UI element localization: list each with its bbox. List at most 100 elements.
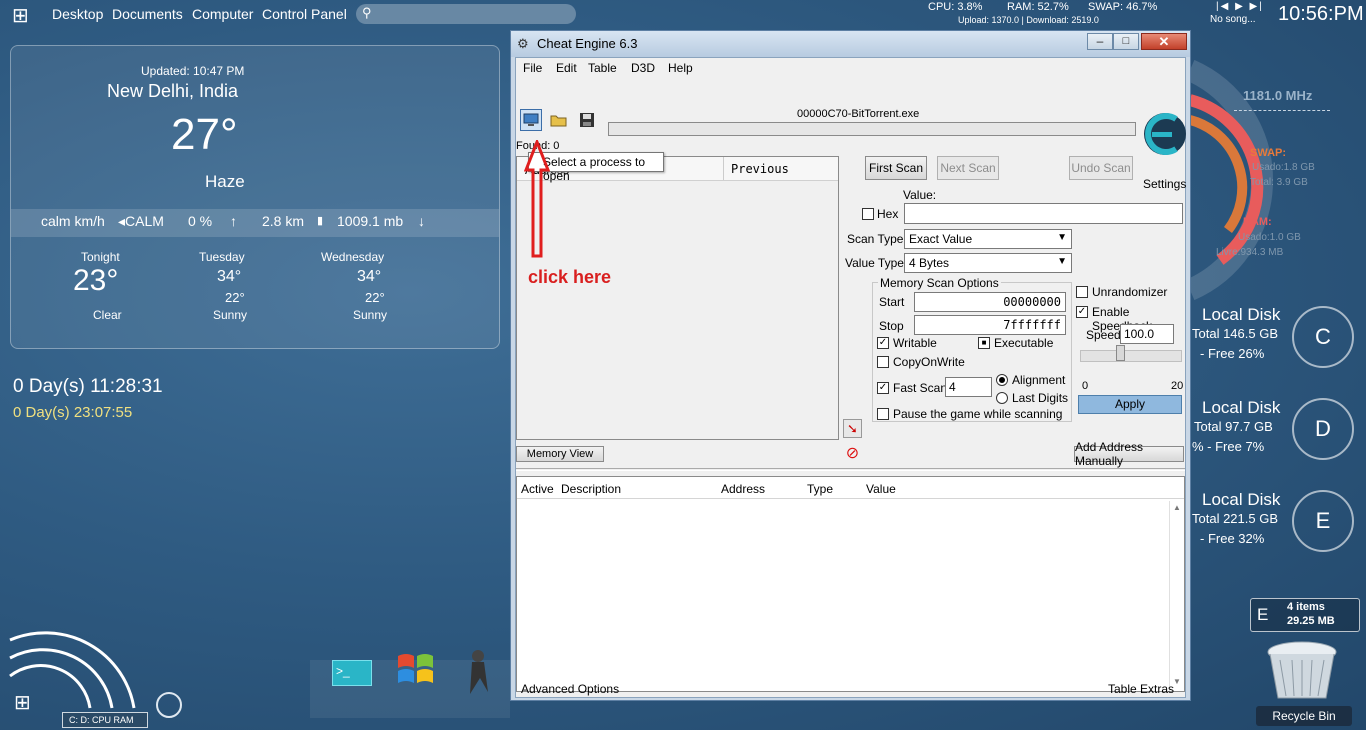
menu-file[interactable]: File	[523, 61, 542, 75]
disk-d-icon[interactable]: D	[1292, 398, 1354, 460]
table-extras-button[interactable]: Table Extras	[1108, 682, 1174, 696]
address-table-header: Active Description Address Type Value	[517, 477, 1184, 499]
media-controls[interactable]: |◀ ▶ ▶|	[1216, 1, 1264, 12]
close-button[interactable]: ✕	[1141, 33, 1187, 50]
hex-checkbox[interactable]	[862, 208, 874, 220]
orb-ring-icon[interactable]	[156, 692, 182, 718]
ram-free: Livre:934.3 MB	[1216, 247, 1284, 258]
floppy-disk-icon	[580, 113, 594, 127]
start-button-icon[interactable]: ⊞	[14, 690, 31, 715]
col-type[interactable]: Type	[807, 482, 833, 496]
taskbar-link-computer[interactable]: Computer	[192, 6, 253, 22]
disk-c-icon[interactable]: C	[1292, 306, 1354, 368]
cheat-engine-window: ⚙ Cheat Engine 6.3 – □ ✕ File Edit Table…	[510, 30, 1191, 701]
window-body: File Edit Table D3D Help 00000C70-BitTor…	[515, 57, 1186, 698]
pointer-arrow-icon[interactable]: ➘	[843, 419, 862, 438]
folder-open-icon	[550, 115, 567, 127]
col-value[interactable]: Value	[866, 482, 896, 496]
cheat-engine-app-icon: ⚙	[517, 36, 529, 51]
maximize-button[interactable]: □	[1113, 33, 1139, 50]
col-description[interactable]: Description	[561, 482, 621, 496]
memory-view-button[interactable]: Memory View	[516, 446, 604, 462]
stop-label: Stop	[879, 319, 904, 333]
add-address-manually-button[interactable]: Add Address Manually	[1074, 440, 1184, 468]
unrandomizer-checkbox[interactable]	[1076, 286, 1088, 298]
cheat-engine-logo-icon[interactable]	[1142, 106, 1188, 168]
unrandomizer-label: Unrandomizer	[1092, 285, 1168, 299]
speed-slider-thumb[interactable]	[1116, 345, 1126, 361]
value-type-select[interactable]: 4 Bytes ▼	[904, 253, 1072, 273]
advanced-options-button[interactable]: Advanced Options	[521, 682, 619, 696]
splitter[interactable]	[516, 468, 1185, 471]
terminal-dock-icon[interactable]: >_	[332, 660, 372, 686]
scroll-up-icon[interactable]: ▲	[1173, 503, 1181, 512]
windows-logo-icon[interactable]: ⊞	[12, 3, 36, 27]
next-scan-button[interactable]: Next Scan	[937, 156, 999, 180]
weather-visibility: 2.8 km	[262, 213, 305, 229]
recycle-bin-icon[interactable]	[1264, 640, 1340, 702]
menu-help[interactable]: Help	[668, 61, 693, 75]
undo-scan-button[interactable]: Undo Scan	[1069, 156, 1133, 180]
stop-address-input[interactable]	[914, 315, 1066, 335]
table-scrollbar[interactable]: ▲ ▼	[1169, 501, 1183, 691]
start-address-input[interactable]	[914, 292, 1066, 312]
taskbar-link-documents[interactable]: Documents	[112, 6, 183, 22]
forecast-day-0: Tonight	[81, 250, 120, 264]
last-digits-radio[interactable]	[996, 392, 1008, 404]
menu-d3d[interactable]: D3D	[631, 61, 655, 75]
col-active[interactable]: Active	[521, 482, 554, 496]
alignment-radio[interactable]	[996, 374, 1008, 386]
disk-title: Local Disk	[1202, 490, 1281, 509]
disk-e-icon[interactable]: E	[1292, 490, 1354, 552]
fast-scan-checkbox[interactable]: ✓	[877, 382, 889, 394]
save-button[interactable]	[576, 109, 598, 131]
computer-icon	[523, 113, 539, 126]
disk-free: - Free 26%	[1200, 346, 1265, 361]
executable-label: Executable	[994, 336, 1054, 350]
col-address[interactable]: Address	[721, 482, 765, 496]
fast-scan-input[interactable]	[945, 377, 992, 397]
stop-sign-icon[interactable]: ⊘	[843, 444, 862, 463]
scan-type-select[interactable]: Exact Value ▼	[904, 229, 1072, 249]
value-input[interactable]	[904, 203, 1183, 224]
open-process-button[interactable]	[520, 109, 542, 131]
speed-input[interactable]	[1120, 324, 1174, 344]
col-previous[interactable]: Previous	[731, 162, 789, 176]
taskbar-link-desktop[interactable]: Desktop	[52, 6, 103, 22]
weather-wind: calm km/h	[41, 213, 105, 229]
recycle-bin-label[interactable]: Recycle Bin	[1256, 706, 1352, 726]
swap-used: Usado:1.8 GB	[1252, 162, 1315, 173]
drive-indicator-bar[interactable]: C: D: CPU RAM	[62, 712, 148, 728]
apply-button[interactable]: Apply	[1078, 395, 1182, 414]
minimize-button[interactable]: –	[1087, 33, 1113, 50]
copyonwrite-checkbox[interactable]	[877, 356, 889, 368]
value-type-label: Value Type	[845, 256, 904, 270]
executable-checkbox[interactable]: ■	[978, 337, 990, 349]
menu-table[interactable]: Table	[588, 61, 617, 75]
arrow-down-icon: ↓	[418, 213, 425, 229]
disk-total: Total 146.5 GB	[1192, 326, 1278, 341]
recycle-info-box: E 4 items 29.25 MB	[1250, 598, 1360, 632]
scan-results-list[interactable]: Address Previous	[516, 156, 839, 440]
menu-edit[interactable]: Edit	[556, 61, 577, 75]
memory-scan-options-label: Memory Scan Options	[878, 276, 1001, 290]
search-input[interactable]	[356, 4, 576, 24]
window-titlebar[interactable]: ⚙ Cheat Engine 6.3 – □ ✕	[511, 31, 1190, 57]
character-dock-icon[interactable]	[462, 648, 496, 698]
search-icon: ⚲	[362, 5, 372, 20]
speed-label: Speed	[1086, 328, 1121, 342]
hex-label: Hex	[877, 207, 899, 221]
speed-slider-track[interactable]	[1080, 350, 1182, 362]
taskbar-link-control-panel[interactable]: Control Panel	[262, 6, 347, 22]
settings-label[interactable]: Settings	[1143, 177, 1186, 191]
swap-stat: SWAP: 46.7%	[1088, 1, 1158, 13]
pause-game-checkbox[interactable]	[877, 408, 889, 420]
first-scan-button[interactable]: First Scan	[865, 156, 927, 180]
open-file-button[interactable]	[548, 109, 570, 131]
value-type-value: 4 Bytes	[909, 256, 950, 270]
speedhack-checkbox[interactable]: ✓	[1076, 306, 1088, 318]
address-table[interactable]: Active Description Address Type Value ▲ …	[516, 476, 1185, 692]
windows-flag-dock-icon[interactable]	[396, 648, 436, 690]
scroll-down-icon[interactable]: ▼	[1173, 677, 1181, 686]
writable-checkbox[interactable]: ✓	[877, 337, 889, 349]
